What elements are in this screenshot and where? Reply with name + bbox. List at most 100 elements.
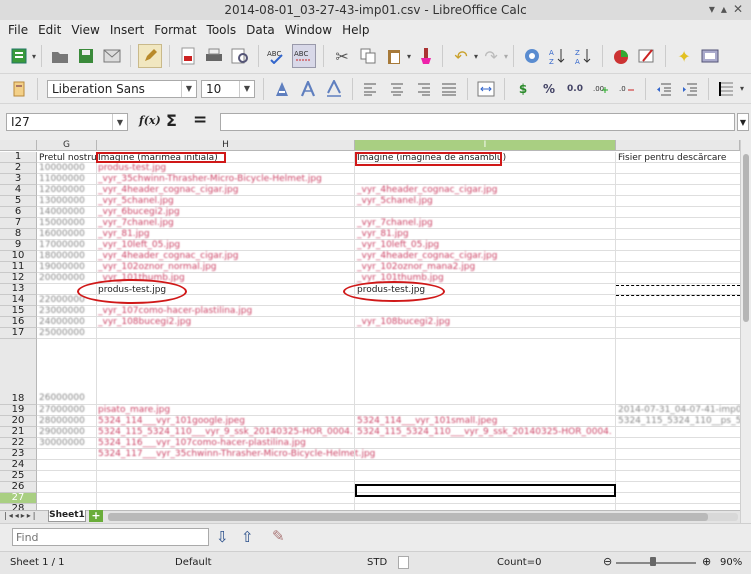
justify-icon[interactable] — [438, 78, 460, 100]
status-page-style[interactable]: Default — [175, 557, 212, 568]
page-preview-icon[interactable] — [229, 45, 251, 67]
cell-i7-blurred[interactable]: _vyr_7chanel.jpg — [357, 218, 433, 229]
vertical-scroll-thumb[interactable] — [743, 154, 749, 322]
cell-h21-blurred[interactable]: 5324_115_5324_110___vyr_9_ssk_20140325-H… — [98, 427, 353, 438]
menu-edit[interactable]: Edit — [38, 23, 61, 37]
cell-i4-blurred[interactable]: _vyr_4header_cognac_cigar.jpg — [357, 185, 497, 196]
horizontal-scroll-thumb[interactable] — [108, 513, 708, 521]
cell-i10-blurred[interactable]: _vyr_4header_cognac_cigar.jpg — [357, 251, 497, 262]
function-wizard-icon[interactable]: f(x) — [139, 114, 161, 127]
undo-icon[interactable]: ↶ — [450, 45, 472, 67]
cell-j1[interactable]: Fisier pentru descărcare — [618, 153, 726, 164]
italic-icon[interactable] — [297, 78, 319, 100]
cell-g8-blurred[interactable]: 16000000 — [39, 229, 85, 240]
undo-dropdown-icon[interactable]: ▾ — [474, 52, 478, 61]
name-box-dropdown-icon[interactable]: ▼ — [112, 114, 127, 130]
cell-g21-blurred[interactable]: 29000000 — [39, 427, 85, 438]
cell-g4-blurred[interactable]: 12000000 — [39, 185, 85, 196]
cell-g20-blurred[interactable]: 28000000 — [39, 416, 85, 427]
increase-indent-icon[interactable] — [679, 78, 701, 100]
cell-g6-blurred[interactable]: 14000000 — [39, 207, 85, 218]
email-icon[interactable] — [101, 45, 123, 67]
borders-icon[interactable] — [716, 78, 738, 100]
paste-dropdown-icon[interactable]: ▾ — [407, 52, 411, 61]
cell-h7-blurred[interactable]: _vyr_7chanel.jpg — [98, 218, 174, 229]
percent-format-icon[interactable]: % — [538, 78, 560, 100]
hyperlink-icon[interactable] — [521, 45, 543, 67]
gallery-icon[interactable] — [699, 45, 721, 67]
column-header-i[interactable]: I — [355, 140, 616, 151]
status-zoom[interactable]: 90% — [720, 557, 742, 568]
cell-h6-blurred[interactable]: _vyr_6bucegi2.jpg — [98, 207, 180, 218]
spreadsheet-grid[interactable]: G H I 1 2 3 4 5 6 7 8 9 10 11 12 13 14 15 16 17 18 19 20 21 2… — [0, 140, 740, 510]
new-dropdown-icon[interactable]: ▾ — [32, 52, 36, 61]
cell-h10-blurred[interactable]: _vyr_4header_cognac_cigar.jpg — [98, 251, 238, 262]
select-all-corner[interactable] — [0, 140, 37, 151]
cell-h20-blurred[interactable]: 5324_114___vyr_101google.jpeg — [98, 416, 245, 427]
minimize-icon[interactable]: ▾ — [709, 2, 715, 16]
cell-g12-blurred[interactable]: 20000000 — [39, 273, 85, 284]
chart-icon[interactable] — [610, 45, 632, 67]
find-next-icon[interactable]: ⇩ — [216, 528, 229, 546]
menu-file[interactable]: File — [8, 23, 28, 37]
cell-i9-blurred[interactable]: _vyr_10left_05.jpg — [357, 240, 439, 251]
column-header-h[interactable]: H — [97, 140, 355, 151]
cell-g11-blurred[interactable]: 19000000 — [39, 262, 85, 273]
cell-g18-blurred[interactable]: 26000000 — [39, 393, 85, 404]
bold-icon[interactable] — [271, 78, 293, 100]
print-icon[interactable] — [203, 45, 225, 67]
new-document-icon[interactable] — [8, 45, 30, 67]
cell-g14-blurred[interactable]: 22000000 — [39, 295, 85, 306]
number-format-icon[interactable]: 0.0 — [564, 78, 586, 100]
zoom-slider-handle[interactable] — [650, 557, 656, 566]
cell-h4-blurred[interactable]: _vyr_4header_cognac_cigar.jpg — [98, 185, 238, 196]
cell-g19-blurred[interactable]: 27000000 — [39, 405, 85, 416]
cell-i8-blurred[interactable]: _vyr_81.jpg — [357, 229, 409, 240]
menu-insert[interactable]: Insert — [110, 23, 144, 37]
formula-expand-icon[interactable]: ▼ — [737, 113, 749, 131]
navigator-icon[interactable]: ✦ — [673, 45, 695, 67]
cell-h5-blurred[interactable]: _vyr_5chanel.jpg — [98, 196, 174, 207]
decrease-indent-icon[interactable] — [653, 78, 675, 100]
cell-g17-blurred[interactable]: 25000000 — [39, 328, 85, 339]
cell-g10-blurred[interactable]: 18000000 — [39, 251, 85, 262]
vertical-scrollbar[interactable] — [740, 140, 751, 523]
cell-h11-blurred[interactable]: _vyr_102oznor_normal.jpg — [98, 262, 217, 273]
save-icon[interactable] — [75, 45, 97, 67]
menu-view[interactable]: View — [71, 23, 99, 37]
cell-g3-blurred[interactable]: 11000000 — [39, 174, 85, 185]
align-left-icon[interactable] — [360, 78, 382, 100]
find-replace-icon[interactable]: ✎ — [272, 527, 285, 545]
row-header[interactable]: 17 — [0, 327, 37, 339]
name-box[interactable]: I27 ▼ — [6, 113, 128, 131]
close-icon[interactable]: ✕ — [733, 2, 743, 16]
underline-icon[interactable] — [323, 78, 345, 100]
cell-j19-blurred[interactable]: 2014-07-31_04-07-41-imp01 — [618, 405, 740, 416]
column-header-j[interactable] — [616, 140, 740, 151]
cell-i21-blurred[interactable]: 5324_115_5324_110___vyr_9_ssk_20140325-H… — [357, 427, 612, 438]
font-size-combo[interactable]: 10 ▼ — [201, 79, 255, 98]
menu-data[interactable]: Data — [246, 23, 275, 37]
cell-j20-blurred[interactable]: 5324_115_5324_110__ps_5324 — [618, 416, 740, 427]
cell-i20-blurred[interactable]: 5324_114___vyr_101small.jpeg — [357, 416, 497, 427]
cell-g1[interactable]: Pretul nostru — [39, 153, 97, 164]
sheet-tab-sheet1[interactable]: Sheet1 — [48, 510, 86, 522]
delete-decimal-icon[interactable]: .0 — [616, 78, 638, 100]
font-name-combo[interactable]: Liberation Sans ▼ — [47, 79, 197, 98]
menu-help[interactable]: Help — [342, 23, 369, 37]
font-name-dropdown-icon[interactable]: ▼ — [181, 80, 196, 97]
find-previous-icon[interactable]: ⇧ — [241, 528, 254, 546]
export-pdf-icon[interactable] — [177, 45, 199, 67]
sort-ascending-icon[interactable]: AZ — [547, 45, 569, 67]
cell-g7-blurred[interactable]: 15000000 — [39, 218, 85, 229]
redo-icon[interactable]: ↷ — [480, 45, 502, 67]
menu-format[interactable]: Format — [154, 23, 196, 37]
status-selection-mode[interactable]: STD — [367, 557, 387, 568]
cell-h9-blurred[interactable]: _vyr_10left_05.jpg — [98, 240, 180, 251]
copy-icon[interactable] — [357, 45, 379, 67]
zoom-out-icon[interactable]: ⊖ — [603, 555, 612, 568]
cell-i16-blurred[interactable]: _vyr_108bucegi2.jpg — [357, 317, 450, 328]
cut-icon[interactable]: ✂ — [331, 45, 353, 67]
cell-g16-blurred[interactable]: 24000000 — [39, 317, 85, 328]
row-header[interactable]: 18 — [0, 339, 37, 405]
